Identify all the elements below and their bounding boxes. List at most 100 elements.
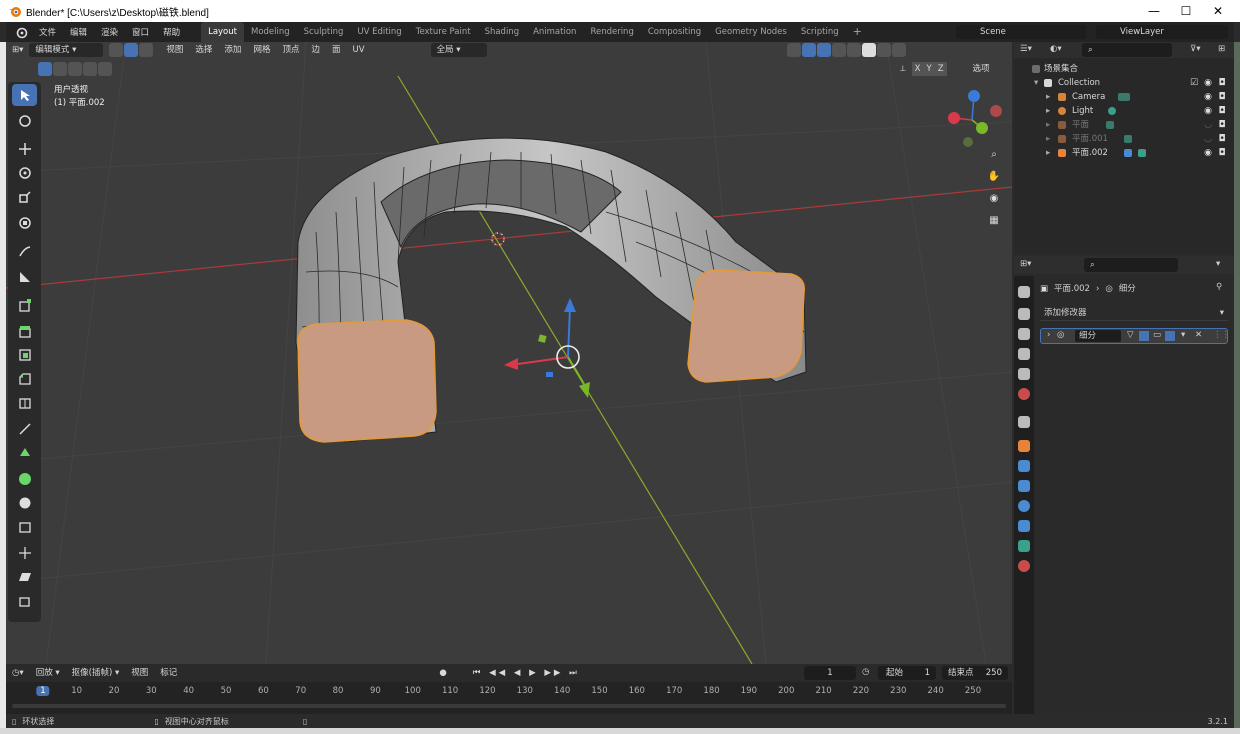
modifier-name-input[interactable]: 细分 — [1075, 330, 1121, 342]
eye-hidden-icon[interactable]: ◡ — [1202, 132, 1214, 146]
view-layer-tab-icon[interactable] — [1018, 348, 1030, 360]
physics-tab-icon[interactable] — [1018, 500, 1030, 512]
transform-tool[interactable] — [12, 212, 37, 234]
expand-arrow-icon[interactable]: ▸ — [1046, 132, 1050, 146]
outliner-item-camera[interactable]: ▸ Camera ◉ ◘ — [1014, 90, 1234, 104]
modifier-panel-header[interactable]: › ◎ 细分 ▽ ▭ ▾ ✕ ⋮⋮ — [1040, 328, 1230, 344]
expand-arrow-icon[interactable]: ▸ — [1046, 104, 1050, 118]
navigation-gizmo[interactable] — [948, 90, 1002, 147]
xray-icon[interactable] — [831, 43, 846, 57]
visibility-icon[interactable] — [786, 43, 801, 57]
scene-selector[interactable]: Scene — [956, 25, 1086, 39]
menu-vertex[interactable]: 顶点 — [276, 43, 305, 57]
bevel-tool[interactable] — [12, 368, 37, 390]
minimize-button[interactable]: — — [1136, 0, 1172, 22]
outliner-item-light[interactable]: ▸ Light ◉ ◘ — [1014, 104, 1234, 118]
edge-slide-tool[interactable] — [12, 516, 37, 538]
start-frame-field[interactable]: 起始 1 — [878, 666, 936, 680]
frame-ruler[interactable]: 1 10 20 30 40 50 60 70 80 90 100 110 120 130 140 150 160… — [6, 684, 1012, 698]
outliner-search-input[interactable]: ⌕ — [1082, 43, 1172, 57]
new-collection-icon[interactable]: ⊞ — [1218, 44, 1225, 54]
rip-region-tool[interactable] — [12, 590, 37, 612]
select-box-tool[interactable] — [12, 84, 37, 106]
collection-tab-icon[interactable] — [1018, 416, 1030, 428]
render-toggle-icon[interactable] — [1165, 331, 1175, 341]
outliner-item-plane[interactable]: ▸ 平面 ◡ ◘ — [1014, 118, 1234, 132]
transform-orientation-selector[interactable]: 全局 ▾ — [430, 43, 487, 57]
drag-handle-icon[interactable]: ⋮⋮ — [1213, 330, 1230, 340]
magnet-mesh[interactable] — [295, 137, 807, 443]
viewlayer-selector[interactable]: ViewLayer — [1096, 25, 1228, 39]
outliner-editor-icon[interactable]: ☰▾ — [1020, 44, 1032, 54]
selected-face-left[interactable] — [297, 319, 437, 443]
stopwatch-icon[interactable]: ◷ — [862, 667, 869, 677]
properties-search-input[interactable]: ⌕ — [1084, 258, 1178, 272]
menu-view[interactable]: 视图 — [160, 43, 189, 57]
properties-editor-icon[interactable]: ⊞▾ — [1020, 259, 1031, 269]
axis-y-toggle[interactable]: Y — [923, 62, 935, 76]
maximize-button[interactable]: ☐ — [1168, 0, 1204, 22]
world-tab-icon[interactable] — [1018, 388, 1030, 400]
outliner-item-collection[interactable]: ▾ Collection ☑ ◉ ◘ — [1014, 76, 1234, 90]
menu-face[interactable]: 面 — [326, 43, 347, 57]
shear-tool[interactable] — [12, 566, 37, 588]
select-intersect-icon[interactable] — [98, 62, 112, 76]
options-menu[interactable]: 选项 — [967, 62, 996, 76]
transform-gizmo[interactable] — [504, 298, 590, 398]
extrude-tool[interactable] — [12, 320, 37, 342]
output-tab-icon[interactable] — [1018, 328, 1030, 340]
wireframe-shading-icon[interactable] — [846, 43, 861, 57]
eye-icon[interactable]: ◉ — [1202, 90, 1214, 104]
inset-tool[interactable] — [12, 344, 37, 366]
editmode-icon[interactable] — [1139, 331, 1149, 341]
axis-z-toggle[interactable]: Z — [934, 62, 947, 76]
menu-select[interactable]: 选择 — [189, 43, 218, 57]
knife-tool[interactable] — [12, 418, 37, 440]
menu-file[interactable]: 文件 — [32, 26, 63, 38]
add-cube-tool[interactable] — [12, 294, 37, 316]
tab-scripting[interactable]: Scripting — [794, 22, 846, 42]
camera-render-icon[interactable]: ◘ — [1216, 132, 1228, 146]
gizmo-icon[interactable] — [801, 43, 816, 57]
shrink-fatten-tool[interactable] — [12, 542, 37, 564]
tab-rendering[interactable]: Rendering — [583, 22, 640, 42]
tab-layout[interactable]: Layout — [201, 22, 244, 42]
chevron-down-icon[interactable]: ▾ — [1181, 330, 1185, 340]
rotate-tool[interactable] — [12, 162, 37, 184]
select-invert-icon[interactable] — [83, 62, 97, 76]
display-mode-icon[interactable]: ◐▾ — [1050, 44, 1062, 54]
camera-render-icon[interactable]: ◘ — [1216, 90, 1228, 104]
zoom-icon[interactable]: ⌕ — [984, 144, 1004, 164]
menu-uv[interactable]: UV — [347, 43, 371, 57]
camera-render-icon[interactable]: ◘ — [1216, 146, 1228, 160]
smooth-tool[interactable] — [12, 492, 37, 514]
add-workspace-button[interactable]: + — [846, 22, 869, 42]
overlay-icon[interactable] — [816, 43, 831, 57]
move-tool[interactable] — [12, 138, 37, 160]
current-frame-field[interactable]: 1 — [804, 666, 856, 680]
camera-render-icon[interactable]: ◘ — [1216, 104, 1228, 118]
editor-type-button[interactable]: ⊞▾ — [6, 43, 29, 57]
menu-edge[interactable]: 边 — [305, 43, 326, 57]
on-cage-icon[interactable]: ▽ — [1127, 330, 1134, 340]
expand-arrow-icon[interactable]: ▾ — [1034, 76, 1038, 90]
outliner-scene-collection[interactable]: 场景集合 — [1014, 62, 1234, 76]
dropdown-icon[interactable]: ▾ — [1216, 259, 1220, 269]
expand-arrow-icon[interactable]: ▸ — [1046, 90, 1050, 104]
cursor-tool[interactable] — [12, 110, 37, 132]
material-shading-icon[interactable] — [876, 43, 891, 57]
tab-sculpting[interactable]: Sculpting — [297, 22, 351, 42]
camera-render-icon[interactable]: ◘ — [1216, 118, 1228, 132]
close-window-button[interactable]: ✕ — [1200, 0, 1236, 22]
scale-tool[interactable] — [12, 186, 37, 208]
scene-tab-icon[interactable] — [1018, 368, 1030, 380]
menu-render[interactable]: 渲染 — [94, 26, 125, 38]
vertex-select-icon[interactable] — [109, 43, 124, 57]
tab-texture-paint[interactable]: Texture Paint — [409, 22, 478, 42]
rendered-shading-icon[interactable] — [891, 43, 906, 57]
measure-tool[interactable] — [12, 266, 37, 288]
edge-select-icon[interactable] — [124, 43, 139, 57]
tool-tab-icon[interactable] — [1018, 286, 1030, 298]
camera-render-icon[interactable]: ◘ — [1216, 76, 1228, 90]
selected-face-right[interactable] — [687, 269, 805, 383]
